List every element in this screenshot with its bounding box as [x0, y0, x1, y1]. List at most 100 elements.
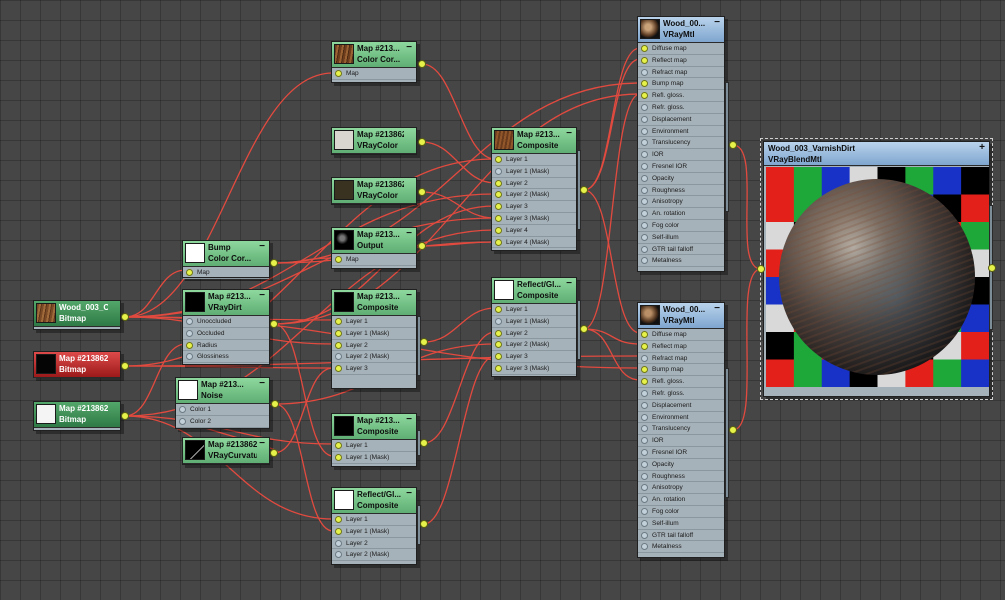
input-socket[interactable]	[641, 531, 648, 539]
input-port-layer-2[interactable]: Layer 2	[332, 340, 416, 352]
output-socket[interactable]	[271, 400, 279, 408]
input-port-glossiness[interactable]: Glossiness	[183, 351, 269, 364]
input-port-layer-1-mask[interactable]: Layer 1 (Mask)	[332, 452, 416, 464]
input-socket[interactable]	[495, 226, 502, 234]
node-composite-main[interactable]: Map #213... Composite − Layer 1 Layer 1 …	[491, 127, 577, 251]
input-port-layer-2[interactable]: Layer 2	[492, 328, 576, 340]
input-port-metalness[interactable]: Metalness	[638, 255, 724, 268]
input-port-reflect-map[interactable]: Reflect map	[638, 55, 724, 67]
input-port-layer-2-mask[interactable]: Layer 2 (Mask)	[492, 189, 576, 202]
output-socket[interactable]	[270, 259, 278, 267]
input-socket[interactable]	[495, 364, 502, 372]
node-red-bitmap[interactable]: Map #213862... Bitmap	[33, 351, 121, 378]
input-socket[interactable]	[641, 221, 648, 229]
output-socket[interactable]	[418, 60, 426, 68]
input-port-reflect-map[interactable]: Reflect map	[638, 341, 724, 353]
input-port-bump-map[interactable]: Bump map	[638, 78, 724, 91]
node-vraydirt[interactable]: Map #213... VRayDirt − Unoccluded Occlud…	[182, 289, 270, 365]
output-socket[interactable]	[580, 186, 588, 194]
collapse-button[interactable]: −	[259, 291, 265, 301]
input-port-layer-1-mask[interactable]: Layer 1 (Mask)	[332, 328, 416, 340]
input-port-layer-2-mask[interactable]: Layer 2 (Mask)	[332, 549, 416, 562]
input-port-anisotropy[interactable]: Anisotropy	[638, 482, 724, 495]
input-socket[interactable]	[641, 437, 648, 445]
output-socket[interactable]	[420, 338, 428, 346]
input-socket[interactable]	[186, 269, 193, 276]
input-socket[interactable]	[495, 238, 502, 246]
node-header[interactable]: Reflect/Gl... Composite −	[332, 488, 416, 514]
output-socket[interactable]	[420, 520, 428, 528]
input-socket[interactable]	[186, 353, 193, 361]
node-header[interactable]: Map #213... VRayDirt −	[183, 290, 269, 316]
input-socket[interactable]	[179, 417, 186, 425]
input-port-layer-1[interactable]: Layer 1	[332, 316, 416, 328]
input-port-map[interactable]: Map	[332, 254, 416, 266]
output-socket[interactable]	[270, 449, 278, 457]
input-port-layer-3-mask[interactable]: Layer 3 (Mask)	[492, 363, 576, 375]
input-socket[interactable]	[641, 233, 648, 241]
output-socket[interactable]	[418, 242, 426, 250]
input-socket[interactable]	[335, 318, 342, 325]
input-port-fog-color[interactable]: Fog color	[638, 220, 724, 232]
input-port-environment[interactable]: Environment	[638, 412, 724, 424]
output-socket[interactable]	[729, 141, 737, 149]
node-header[interactable]: Map #213... Composite −	[332, 414, 416, 440]
input-socket[interactable]	[641, 115, 648, 123]
input-port-refl-gloss[interactable]: Refl. gloss.	[638, 90, 724, 102]
input-port-map[interactable]: Map	[183, 267, 269, 279]
input-port-ior[interactable]: IOR	[638, 435, 724, 447]
input-port-fresnel-ior[interactable]: Fresnel IOR	[638, 161, 724, 173]
input-port-refr-gloss[interactable]: Refr. gloss.	[638, 102, 724, 114]
input-port-layer-1-mask[interactable]: Layer 1 (Mask)	[332, 526, 416, 538]
input-socket[interactable]	[495, 353, 502, 361]
input-port-displacement[interactable]: Displacement	[638, 400, 724, 412]
input-port-an-rotation[interactable]: An. rotation	[638, 494, 724, 506]
input-socket[interactable]	[495, 191, 502, 199]
node-color-correction[interactable]: Map #213... Color Cor... − Map	[331, 41, 417, 83]
collapse-button[interactable]: −	[406, 489, 412, 499]
input-socket[interactable]	[186, 318, 193, 325]
input-port-metalness[interactable]: Metalness	[638, 541, 724, 554]
input-socket[interactable]	[641, 174, 648, 182]
input-socket[interactable]	[641, 151, 648, 159]
input-socket[interactable]	[641, 68, 648, 76]
input-socket[interactable]	[641, 448, 648, 456]
input-port-gtr-tail-falloff[interactable]: GTR tail falloff	[638, 530, 724, 542]
node-header[interactable]: Map #213... Color Cor... −	[332, 42, 416, 68]
input-port-refr-gloss[interactable]: Refr. gloss.	[638, 388, 724, 400]
input-socket[interactable]	[641, 460, 648, 468]
input-socket[interactable]	[641, 472, 648, 480]
input-socket[interactable]	[495, 214, 502, 222]
input-socket[interactable]	[641, 162, 648, 170]
input-port-layer-3-mask[interactable]: Layer 3 (Mask)	[492, 213, 576, 225]
input-socket[interactable]	[641, 210, 648, 218]
input-socket[interactable]	[641, 186, 648, 194]
input-port-color-2[interactable]: Color 2	[176, 416, 269, 428]
input-port-anisotropy[interactable]: Anisotropy	[638, 196, 724, 209]
input-socket[interactable]	[641, 127, 648, 135]
input-port-radius[interactable]: Radius	[183, 340, 269, 352]
output-socket[interactable]	[418, 138, 426, 146]
expand-button[interactable]: +	[979, 143, 985, 153]
input-socket[interactable]	[335, 539, 342, 547]
input-socket[interactable]	[335, 70, 342, 77]
node-header[interactable]: Map #213862... VRayColor	[332, 178, 416, 204]
input-socket[interactable]	[641, 103, 648, 111]
collapse-button[interactable]: −	[714, 18, 720, 28]
input-socket[interactable]	[335, 516, 342, 523]
input-port-refract-map[interactable]: Refract map	[638, 353, 724, 365]
collapse-button[interactable]: −	[406, 43, 412, 53]
node-vraymtl-bottom[interactable]: Wood_00... VRayMtl − Diffuse map Reflect …	[637, 302, 725, 558]
input-port-layer-3[interactable]: Layer 3	[492, 351, 576, 363]
input-socket[interactable]	[641, 519, 648, 527]
node-output[interactable]: Map #213... Output − Map	[331, 227, 417, 269]
input-socket[interactable]	[495, 179, 502, 187]
input-port-translucency[interactable]: Translucency	[638, 137, 724, 150]
node-vrayblendmtl[interactable]: Wood_003_VarnishDirt VRayBlendMtl +	[760, 138, 993, 400]
node-header[interactable]: Wood_003_VarnishDirt VRayBlendMtl +	[764, 142, 989, 166]
node-vraycolor-dark[interactable]: Map #213862... VRayColor	[331, 177, 417, 205]
input-socket[interactable]	[335, 527, 342, 535]
input-socket[interactable]	[641, 378, 648, 386]
input-socket[interactable]	[641, 425, 648, 433]
input-socket[interactable]	[641, 331, 648, 338]
